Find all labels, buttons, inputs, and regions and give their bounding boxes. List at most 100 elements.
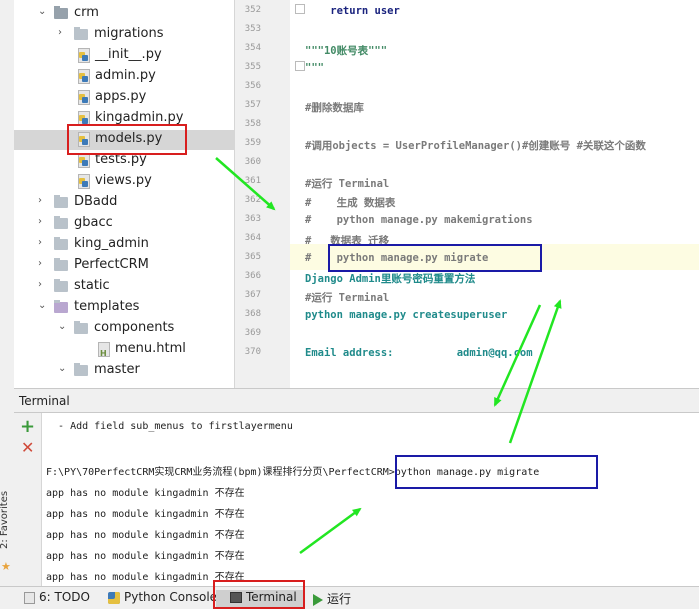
code-line: """10账号表""" — [305, 45, 388, 57]
line-number: 358 — [244, 119, 261, 129]
folder-icon — [74, 27, 88, 40]
code-line: #删除数据库 — [305, 102, 364, 114]
tree-item-perfectcrm[interactable]: › PerfectCRM — [14, 256, 234, 276]
code-line: # python manage.py makemigrations — [305, 214, 533, 226]
tree-item-apps-py[interactable]: apps.py — [14, 88, 234, 108]
tree-item-migrations[interactable]: › migrations — [14, 25, 234, 45]
code-line: #运行 Terminal — [305, 292, 390, 304]
tree-item-crm[interactable]: ⌄ crm — [14, 4, 234, 24]
terminal-line: app has no module kingadmin 不存在 — [46, 530, 245, 541]
python-file-icon — [78, 174, 90, 189]
line-number: 354 — [244, 43, 261, 53]
folder-icon — [54, 195, 68, 208]
annotation-red-box-terminal-tab — [213, 580, 305, 609]
folder-icon — [54, 6, 68, 19]
tree-item-label: __init__.py — [95, 47, 162, 62]
tree-item-label: king_admin — [74, 236, 149, 251]
left-tool-strip: 2: Favorites ★ — [0, 0, 15, 609]
line-number: 369 — [244, 328, 261, 338]
chevron-down-icon[interactable]: ⌄ — [58, 363, 68, 374]
tree-item-label: apps.py — [95, 89, 147, 104]
line-number: 366 — [244, 271, 261, 281]
tree-item-label: gbacc — [74, 215, 113, 230]
line-number: 368 — [244, 309, 261, 319]
tree-item-label: master — [94, 362, 140, 377]
tree-item-label: admin.py — [95, 68, 156, 83]
chevron-down-icon[interactable]: ⌄ — [58, 321, 68, 332]
tree-item-templates[interactable]: ⌄ templates — [14, 298, 234, 318]
tree-item-menu-html[interactable]: menu.html — [14, 340, 234, 360]
tree-item-king-admin[interactable]: › king_admin — [14, 235, 234, 255]
tab-run[interactable]: 运行 — [313, 590, 351, 608]
tree-item-gbacc[interactable]: › gbacc — [14, 214, 234, 234]
annotation-blue-box-terminal — [395, 455, 598, 489]
tree-item-init-py[interactable]: __init__.py — [14, 46, 234, 66]
tree-item-admin-py[interactable]: admin.py — [14, 67, 234, 87]
chevron-right-icon[interactable]: › — [38, 237, 48, 248]
tree-item-label: crm — [74, 5, 99, 20]
line-number: 356 — [244, 81, 261, 91]
code-line: python manage.py createsuperuser — [305, 309, 508, 321]
favorites-tool-label[interactable]: 2: Favorites — [0, 489, 13, 549]
close-session-icon[interactable]: ✕ — [21, 438, 34, 457]
terminal-toolbar: + ✕ — [14, 413, 42, 586]
new-session-plus-icon[interactable]: + — [20, 416, 35, 437]
tab-python-console[interactable]: Python Console — [108, 590, 217, 608]
folder-icon — [54, 279, 68, 292]
terminal-output[interactable]: - Add field sub_menus to firstlayermenu … — [42, 413, 699, 586]
folder-icon — [54, 258, 68, 271]
line-number-gutter: 352 353 354 355 356 357 358 359 360 361 … — [235, 0, 290, 388]
code-line: Django Admin里账号密码重置方法 — [305, 273, 476, 285]
code-line: #运行 Terminal — [305, 178, 390, 190]
line-number: 360 — [244, 157, 261, 167]
tab-todo[interactable]: 6: TODO — [24, 590, 90, 608]
line-number: 361 — [244, 176, 261, 186]
project-tree: ⌄ crm › migrations __init__.py admin.py … — [14, 0, 235, 388]
favorites-star-icon[interactable]: ★ — [1, 560, 11, 573]
chevron-right-icon[interactable]: › — [38, 279, 48, 290]
folder-icon — [54, 237, 68, 250]
tree-item-label: migrations — [94, 26, 164, 41]
line-number: 352 — [244, 5, 261, 15]
chevron-down-icon[interactable]: ⌄ — [38, 300, 48, 311]
terminal-line: app has no module kingadmin 不存在 — [46, 551, 245, 562]
line-number: 357 — [244, 100, 261, 110]
tree-item-dbadd[interactable]: › DBadd — [14, 193, 234, 213]
annotation-red-box-models — [67, 124, 187, 155]
folder-icon — [74, 363, 88, 376]
chevron-right-icon[interactable]: › — [38, 195, 48, 206]
tab-label: Python Console — [124, 590, 218, 604]
tab-label: 运行 — [327, 592, 352, 606]
line-number: 367 — [244, 290, 261, 300]
tree-item-label: components — [94, 320, 175, 335]
python-console-icon — [108, 591, 120, 604]
fold-marker-icon[interactable] — [295, 4, 305, 14]
folder-icon — [54, 216, 68, 229]
python-file-icon — [78, 48, 90, 63]
tree-item-components[interactable]: ⌄ components — [14, 319, 234, 339]
chevron-right-icon[interactable]: › — [38, 258, 48, 269]
chevron-down-icon[interactable]: ⌄ — [38, 6, 48, 17]
tree-item-views-py[interactable]: views.py — [14, 172, 234, 192]
tree-item-master[interactable]: ⌄ master — [14, 361, 234, 381]
tab-label: 6: TODO — [39, 590, 90, 604]
chevron-right-icon[interactable]: › — [38, 216, 48, 227]
chevron-right-icon[interactable]: › — [58, 27, 68, 38]
line-number: 370 — [244, 347, 261, 357]
code-line: Email address: admin@qq.com — [305, 347, 533, 359]
terminal-line: app has no module kingadmin 不存在 — [46, 488, 245, 499]
tree-item-label: templates — [74, 299, 140, 314]
tree-item-static[interactable]: › static — [14, 277, 234, 297]
python-file-icon — [78, 69, 90, 84]
code-line: # 生成 数据表 — [305, 197, 396, 209]
code-line: return user — [305, 5, 400, 17]
line-number: 355 — [244, 62, 261, 72]
python-file-icon — [78, 153, 90, 168]
code-editor[interactable]: 352 353 354 355 356 357 358 359 360 361 … — [235, 0, 699, 388]
fold-marker-icon[interactable] — [295, 61, 305, 71]
line-number: 359 — [244, 138, 261, 148]
run-icon — [313, 593, 323, 606]
bottom-tool-bar: 6: TODO Python Console Terminal 运行 — [0, 586, 699, 609]
terminal-title-bar: Terminal — [14, 388, 699, 413]
code-line: """ — [305, 62, 324, 74]
